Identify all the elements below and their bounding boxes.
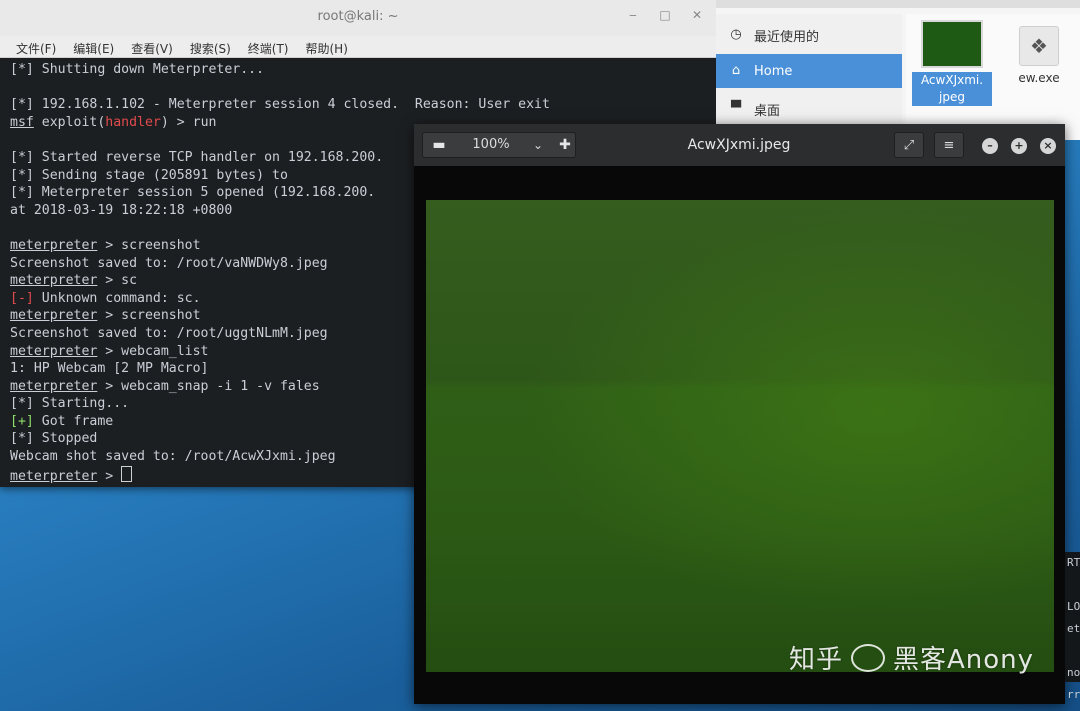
- terminal-text: [*] Started reverse TCP handler on 192.1…: [10, 149, 384, 165]
- image-title: AcwXJxmi.jpeg: [687, 137, 791, 153]
- zoom-level[interactable]: 100%: [463, 133, 519, 157]
- terminal-text: [*] Meterpreter session 5 opened (192.16…: [10, 185, 376, 201]
- terminal-text: > sc: [97, 273, 138, 289]
- error-marker: [-]: [10, 290, 34, 306]
- maximize-icon[interactable]: □: [658, 8, 672, 22]
- folder-icon: ▀: [731, 101, 741, 116]
- image-viewer-window[interactable]: ▬ 100% ⌄ ✚ AcwXJxmi.jpeg ⤢ ≡ – + × 知乎 黑客A…: [414, 124, 1065, 704]
- terminal-text: Got frame: [33, 413, 114, 429]
- executable-icon: ❖: [1019, 26, 1059, 66]
- menu-edit[interactable]: 编辑(E): [73, 36, 123, 57]
- minimize-icon[interactable]: ‒: [626, 8, 640, 22]
- image-canvas[interactable]: 知乎 黑客Anony: [414, 166, 1065, 704]
- sidebar-item-recent[interactable]: ◷ 最近使用的: [716, 18, 902, 52]
- terminal-line: [*] 192.168.1.102 - Meterpreter session …: [10, 96, 716, 114]
- terminal-text: at 2018-03-19 18:22:18 +0800: [10, 202, 233, 218]
- terminal-text: Unknown command: sc.: [33, 290, 201, 306]
- sidebar-item-desktop[interactable]: ▀ 桌面: [716, 92, 902, 126]
- image-viewer-headerbar[interactable]: ▬ 100% ⌄ ✚ AcwXJxmi.jpeg ⤢ ≡ – + ×: [414, 124, 1065, 166]
- terminal-line: [10, 79, 716, 97]
- sidebar-item-label: Home: [754, 63, 793, 79]
- meterpreter-prompt: meterpreter: [10, 273, 98, 289]
- close-icon[interactable]: ✕: [690, 8, 704, 22]
- file-item-jpeg[interactable]: AcwXJxmi. jpeg: [912, 20, 992, 106]
- meterpreter-prompt: meterpreter: [10, 378, 98, 394]
- terminal-text: Screenshot saved to: /root/uggtNLmM.jpeg: [10, 325, 328, 341]
- menu-help[interactable]: 帮助(H): [306, 36, 357, 57]
- zoom-in-button[interactable]: ✚: [553, 133, 577, 157]
- background-terminal-edge: RT LO et no rr: [1065, 552, 1080, 701]
- terminal-text: [*] Shutting down Meterpreter...: [10, 62, 265, 77]
- terminal-text: > webcam_list: [97, 343, 209, 359]
- meterpreter-prompt: meterpreter: [10, 468, 98, 484]
- close-icon[interactable]: ×: [1040, 138, 1056, 154]
- file-label: AcwXJxmi. jpeg: [912, 72, 992, 106]
- chevron-down-icon[interactable]: ⌄: [527, 133, 549, 157]
- maximize-icon[interactable]: +: [1011, 138, 1027, 154]
- watermark: 知乎 黑客Anony: [788, 644, 1034, 675]
- webcam-image: 知乎 黑客Anony: [426, 200, 1054, 675]
- terminal-text: Webcam shot saved to: /root/AcwXJxmi.jpe…: [10, 449, 336, 465]
- success-marker: [+]: [10, 413, 34, 429]
- module-name: handler: [105, 114, 161, 130]
- msf-prompt: msf: [10, 114, 34, 130]
- terminal-menubar: 文件(F) 编辑(E) 查看(V) 搜索(S) 终端(T) 帮助(H): [0, 36, 716, 58]
- file-grid: AcwXJxmi. jpeg ❖ ew.exe: [906, 14, 1080, 140]
- text-cursor: [121, 465, 133, 482]
- sidebar-item-label: 最近使用的: [754, 29, 820, 45]
- terminal-text: > screenshot: [97, 237, 201, 253]
- minimize-icon[interactable]: –: [982, 138, 998, 154]
- terminal-text: 1: HP Webcam [2 MP Macro]: [10, 361, 209, 377]
- file-manager-sidebar: ◷ 最近使用的 ⌂ Home ▀ 桌面: [716, 14, 902, 140]
- terminal-text: ) > run: [160, 114, 217, 130]
- terminal-text: >: [97, 468, 122, 484]
- terminal-text: [*] 192.168.1.102 - Meterpreter session …: [10, 97, 550, 113]
- menu-search[interactable]: 搜索(S): [190, 36, 240, 57]
- terminal-text: Screenshot saved to: /root/vaNWDWy8.jpeg: [10, 255, 328, 271]
- background-terminal-text: RT LO et no rr: [1067, 556, 1080, 701]
- menu-button[interactable]: ≡: [934, 132, 964, 158]
- file-manager-window[interactable]: ◷ 最近使用的 ⌂ Home ▀ 桌面 AcwXJxmi. jpeg ❖ ew.e…: [716, 0, 1080, 140]
- sidebar-item-home[interactable]: ⌂ Home: [716, 54, 902, 88]
- zoom-control: ▬ 100% ⌄ ✚: [422, 132, 576, 158]
- terminal-text: > webcam_snap -i 1 -v fales: [97, 378, 320, 394]
- terminal-text: [*] Starting...: [10, 396, 130, 412]
- meterpreter-prompt: meterpreter: [10, 308, 98, 324]
- terminal-text: exploit(: [33, 114, 106, 130]
- terminal-text: [*] Stopped: [10, 431, 98, 447]
- sidebar-item-label: 桌面: [754, 103, 781, 119]
- terminal-titlebar[interactable]: root@kali: ~ ‒ □ ✕: [0, 0, 716, 36]
- terminal-text: > screenshot: [97, 308, 201, 324]
- meterpreter-prompt: meterpreter: [10, 343, 98, 359]
- menu-terminal[interactable]: 终端(T): [248, 36, 298, 57]
- file-item-exe[interactable]: ❖ ew.exe: [1004, 26, 1074, 87]
- meterpreter-prompt: meterpreter: [10, 237, 98, 253]
- terminal-text: [*] Sending stage (205891 bytes) to: [10, 167, 288, 183]
- clock-icon: ◷: [730, 27, 742, 42]
- image-thumbnail: [921, 20, 983, 68]
- file-manager-titlebar[interactable]: [716, 0, 1080, 8]
- home-icon: ⌂: [731, 63, 741, 78]
- menu-file[interactable]: 文件(F): [16, 36, 65, 57]
- wechat-logo-icon: [850, 644, 885, 672]
- terminal-line: [*] Shutting down Meterpreter...: [10, 61, 716, 79]
- zoom-out-button[interactable]: ▬: [427, 133, 451, 157]
- menu-view[interactable]: 查看(V): [131, 36, 182, 57]
- terminal-title: root@kali: ~: [317, 9, 399, 24]
- file-label: ew.exe: [1018, 71, 1060, 85]
- fullscreen-button[interactable]: ⤢: [894, 132, 924, 158]
